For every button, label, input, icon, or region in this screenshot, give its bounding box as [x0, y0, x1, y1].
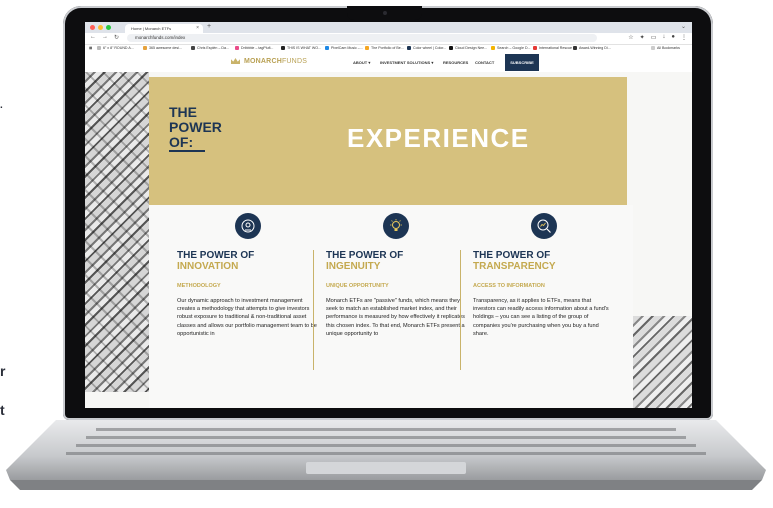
bookmark-item[interactable]: The Portfolio of Be... — [365, 46, 404, 50]
column-divider — [460, 250, 461, 370]
feature-title-accent: INNOVATION — [177, 261, 239, 272]
all-bookmarks[interactable]: All Bookmarks — [651, 46, 680, 50]
url-input[interactable]: monarchfunds.com/index — [127, 34, 597, 42]
bookmark-item[interactable]: 6" x 8" ROUND A... — [97, 46, 134, 50]
bookmark-item[interactable]: PixelCam Music –... — [325, 46, 363, 50]
feature-subtitle: ACCESS TO INFORMATION — [473, 283, 545, 289]
bookmark-item[interactable]: International Rescue — [533, 46, 572, 50]
nav-resources[interactable]: RESOURCES — [443, 60, 468, 65]
feature-title-accent: INGENUITY — [326, 261, 381, 272]
edge-dot: . — [0, 100, 3, 111]
camera-icon — [383, 11, 387, 15]
site-header: MONARCHFUNDS ABOUT ▾ INVESTMENT SOLUTION… — [85, 53, 692, 72]
profile-icon[interactable]: ● — [671, 34, 675, 41]
feature-subtitle: UNIQUE OPPORTUNITY — [326, 283, 389, 289]
edge-text-r: r — [0, 363, 6, 379]
tab-title: Home | Monarch ETFs — [131, 26, 172, 31]
feature-subtitle: METHODOLOGY — [177, 283, 221, 289]
sidebar-icon[interactable]: ▭ — [651, 34, 657, 41]
bookmark-item[interactable]: Award-Winning Di... — [573, 46, 611, 50]
features-panel: THE POWER OF INNOVATION METHODOLOGY Our … — [149, 205, 633, 408]
bookmark-item[interactable]: Dribbble – tagPlufi... — [235, 46, 273, 50]
browser-tab[interactable]: Home | Monarch ETFs × — [125, 24, 203, 33]
nav-contact[interactable]: CONTACT — [475, 60, 494, 65]
edge-text-t: t — [0, 402, 5, 418]
close-window-button[interactable] — [90, 25, 95, 30]
hero-heading-small: THE POWER OF: — [169, 104, 222, 150]
hero-heading-big: EXPERIENCE — [347, 123, 530, 153]
tab-close-icon[interactable]: × — [196, 24, 199, 33]
tab-menu-icon[interactable]: ⌄ — [681, 23, 686, 30]
laptop-screen: Home | Monarch ETFs × + ⌄ ← → ↻ monarchf… — [85, 22, 692, 408]
feature-title: THE POWER OF — [326, 250, 404, 261]
reload-icon[interactable]: ↻ — [114, 34, 119, 41]
more-menu-icon[interactable]: ⋮ — [681, 34, 687, 41]
apps-icon[interactable]: ▦ — [89, 46, 92, 50]
hero-underline — [169, 150, 205, 152]
address-bar-row: ← → ↻ monarchfunds.com/index ☆ ✦ ▭ ↓ ● ⋮ — [85, 33, 692, 45]
feature-body: Our dynamic approach to investment manag… — [177, 298, 317, 337]
website: MONARCHFUNDS ABOUT ▾ INVESTMENT SOLUTION… — [85, 53, 692, 408]
laptop-base — [6, 420, 766, 490]
back-icon[interactable]: ← — [90, 34, 96, 41]
feature-title: THE POWER OF — [177, 250, 255, 261]
nav-about[interactable]: ABOUT ▾ — [353, 60, 370, 65]
nav-investment-solutions[interactable]: INVESTMENT SOLUTIONS ▾ — [380, 60, 433, 65]
bookmark-item[interactable]: Search – Google D... — [491, 46, 531, 50]
new-tab-button[interactable]: + — [207, 23, 211, 30]
forward-icon[interactable]: → — [102, 34, 108, 41]
feature-body: Transparency, as it applies to ETFs, mea… — [473, 298, 609, 337]
bookmark-item[interactable]: Chris Esplén – Da... — [191, 46, 229, 50]
crown-icon — [231, 58, 240, 64]
download-icon[interactable]: ↓ — [662, 34, 665, 41]
column-divider — [313, 250, 314, 370]
magnifier-chart-icon — [531, 213, 557, 239]
head-gear-icon — [235, 213, 261, 239]
building-image-right — [633, 316, 692, 408]
extensions-icon[interactable]: ✦ — [640, 34, 645, 41]
feature-body: Monarch ETFs are "passive" funds, which … — [326, 298, 465, 337]
subscribe-button[interactable]: SUBSCRIBE — [505, 54, 539, 71]
bookmark-item[interactable]: Cloud Design Nee... — [449, 46, 487, 50]
feature-title: THE POWER OF — [473, 250, 551, 261]
bookmark-item[interactable]: THIS IS WHAT WO... — [281, 46, 321, 50]
monarch-logo[interactable]: MONARCHFUNDS — [231, 58, 307, 65]
bookmark-item[interactable]: Color wheel | Color... — [407, 46, 446, 50]
lightbulb-icon — [383, 213, 409, 239]
minimize-window-button[interactable] — [98, 25, 103, 30]
star-icon[interactable]: ☆ — [628, 34, 633, 41]
bookmark-item[interactable]: 365 awesome desi... — [143, 46, 182, 50]
feature-title-accent: TRANSPARENCY — [473, 261, 556, 272]
browser-tab-bar: Home | Monarch ETFs × + ⌄ — [85, 22, 692, 33]
building-image-left — [85, 72, 149, 392]
maximize-window-button[interactable] — [106, 25, 111, 30]
